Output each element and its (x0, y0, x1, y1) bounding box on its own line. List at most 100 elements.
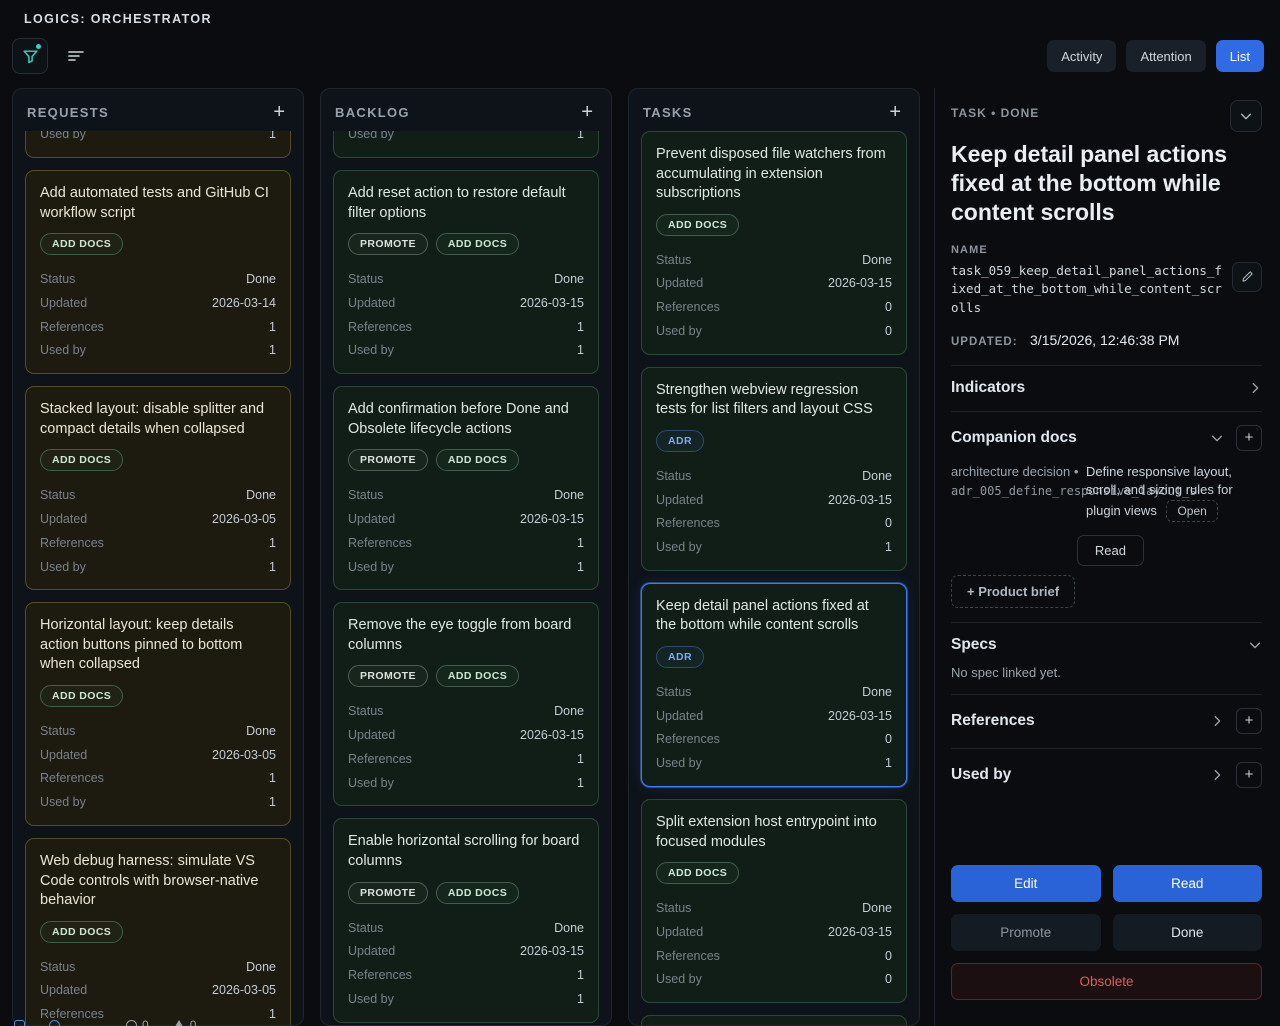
task-status-kicker: TASK • DONE (951, 106, 1040, 120)
add-card-button[interactable] (269, 102, 289, 122)
meta-row: Used by 1 (40, 793, 276, 812)
meta-row: Status Done (348, 919, 584, 938)
name-label: NAME (951, 243, 988, 256)
filter-funnel-button[interactable] (12, 38, 48, 74)
read-doc-button[interactable]: Read (1076, 534, 1144, 566)
card[interactable]: Split webview entrypoint into state, sel… (641, 1015, 907, 1025)
references-title: References (951, 711, 1035, 729)
meta-row: Updated 2026-03-15 (348, 294, 584, 313)
meta-value: 2026-03-15 (828, 924, 892, 939)
meta-row: Used by 1 (40, 558, 276, 577)
section-indicators-header[interactable]: Indicators (951, 379, 1262, 397)
meta-label: References (656, 300, 720, 315)
meta-label: Updated (656, 276, 704, 291)
card[interactable]: Keep detail panel actions fixed at the b… (641, 582, 907, 787)
meta-value: 2026-03-15 (520, 512, 584, 526)
done-button[interactable]: Done (1112, 914, 1262, 951)
tab-activity[interactable]: Activity (1047, 40, 1117, 72)
statusbar-item[interactable]: 0 (172, 1018, 196, 1026)
section-companion-docs-header[interactable]: Companion docs (951, 424, 1262, 451)
card-title: Web debug harness: simulate VS Code cont… (40, 852, 259, 909)
badge-add-docs: ADD DOCS (435, 665, 520, 688)
chevron-right-icon[interactable] (1210, 768, 1224, 782)
doc-summary-block: Define responsive layout, scroll, and si… (1086, 463, 1262, 522)
collapse-panel-button[interactable] (1230, 100, 1262, 132)
card[interactable]: Add automated tests and GitHub CI workfl… (25, 170, 291, 375)
tab-attention[interactable]: Attention (1126, 40, 1206, 72)
meta-label: Used by (656, 323, 702, 338)
detail-panel: TASK • DONE Keep detail panel actions fi… (934, 88, 1280, 1026)
badge-row: ADD DOCS (656, 862, 892, 885)
meta-value: 1 (269, 343, 276, 358)
specs-empty-text: No spec linked yet. (951, 664, 1061, 680)
add-card-button[interactable] (577, 102, 597, 122)
section-specs-header[interactable]: Specs (951, 636, 1262, 654)
badge-add-docs: ADD DOCS (40, 920, 124, 943)
meta-label: References (656, 732, 720, 747)
read-button[interactable]: Read (1112, 865, 1262, 902)
chevron-right-icon[interactable] (1248, 381, 1262, 395)
badge-adr: ADR (656, 429, 704, 452)
filter-lines-button[interactable] (58, 38, 94, 74)
open-doc-button[interactable]: Open (1166, 499, 1218, 522)
meta-label: Updated (40, 512, 88, 526)
chevron-right-icon[interactable] (1210, 714, 1224, 728)
meta-value: 2026-03-15 (828, 492, 892, 507)
card[interactable]: Enable horizontal scrolling for board co… (333, 818, 599, 1023)
meta-label: Updated (348, 295, 396, 310)
meta-value: 0 (885, 323, 892, 338)
add-used-by-button[interactable] (1236, 761, 1262, 788)
statusbar-item[interactable] (14, 1019, 25, 1026)
section-references-header[interactable]: References (951, 707, 1262, 734)
edit-button[interactable]: Edit (951, 865, 1101, 902)
section-references: References (951, 693, 1262, 748)
card[interactable]: Add confirmation before Done and Obsolet… (333, 386, 599, 591)
statusbar-item[interactable] (49, 1019, 60, 1026)
badge-add-docs: ADD DOCS (435, 233, 520, 256)
card[interactable]: Split extension host entrypoint into foc… (641, 798, 907, 1004)
add-card-button[interactable] (885, 102, 905, 122)
meta-label: Updated (40, 747, 88, 762)
card[interactable]: Remove the eye toggle from board columns… (333, 602, 599, 807)
meta-value: 1 (577, 991, 584, 1006)
meta-row: Status Done (348, 486, 584, 505)
badge-row: PROMOTE ADD DOCS (348, 449, 584, 472)
section-used-by-header[interactable]: Used by (951, 761, 1262, 788)
obsolete-button[interactable]: Obsolete (951, 963, 1262, 1000)
app-header: LOGICS: ORCHESTRATOR (0, 0, 1280, 28)
meta-label: Status (656, 468, 692, 483)
card-title: Add automated tests and GitHub CI workfl… (40, 185, 269, 221)
meta-label: Used by (348, 343, 394, 358)
updated-row: UPDATED: 3/15/2026, 12:46:38 PM (951, 332, 1262, 350)
card[interactable]: Prevent disposed file watchers from accu… (641, 131, 907, 355)
toolbar: Activity Attention List (0, 28, 1280, 86)
add-reference-button[interactable] (1236, 707, 1262, 734)
badge-promote: PROMOTE (348, 881, 428, 904)
add-companion-doc-button[interactable] (1236, 424, 1262, 451)
card-meta: Status Done Updated 2026-03-15 References 0 Us… (656, 899, 892, 989)
meta-label: Used by (40, 795, 86, 810)
edit-name-button[interactable] (1232, 261, 1262, 292)
card-meta: Status Done Updated 2026-03-15 References 0 Us… (656, 467, 892, 557)
meta-row: References 1 (40, 769, 276, 788)
badge-add-docs: ADD DOCS (435, 449, 520, 472)
statusbar-item[interactable]: 0 (126, 1018, 149, 1026)
card-partial[interactable]: Used by 1 (333, 131, 599, 158)
indicators-title: Indicators (951, 378, 1026, 396)
card[interactable]: Horizontal layout: keep details action b… (25, 602, 291, 826)
card-partial[interactable]: Used by 1 (25, 131, 291, 158)
promote-button[interactable]: Promote (951, 914, 1101, 951)
chevron-down-icon[interactable] (1210, 431, 1224, 445)
card[interactable]: Add reset action to restore default filt… (333, 170, 599, 375)
tab-list[interactable]: List (1215, 40, 1264, 72)
card[interactable]: Strengthen webview regression tests for … (641, 366, 907, 571)
updated-label: UPDATED: (951, 335, 1018, 348)
section-references-icons (1210, 707, 1262, 734)
card[interactable]: Web debug harness: simulate VS Code cont… (25, 837, 291, 1025)
meta-row: Status Done (40, 958, 276, 977)
card[interactable]: Stacked layout: disable splitter and com… (25, 386, 291, 591)
meta-row: Updated 2026-03-15 (656, 274, 892, 293)
chevron-down-icon[interactable] (1248, 638, 1262, 652)
add-product-brief-button[interactable]: + Product brief (951, 574, 1076, 608)
badge-row: PROMOTE ADD DOCS (348, 881, 584, 904)
